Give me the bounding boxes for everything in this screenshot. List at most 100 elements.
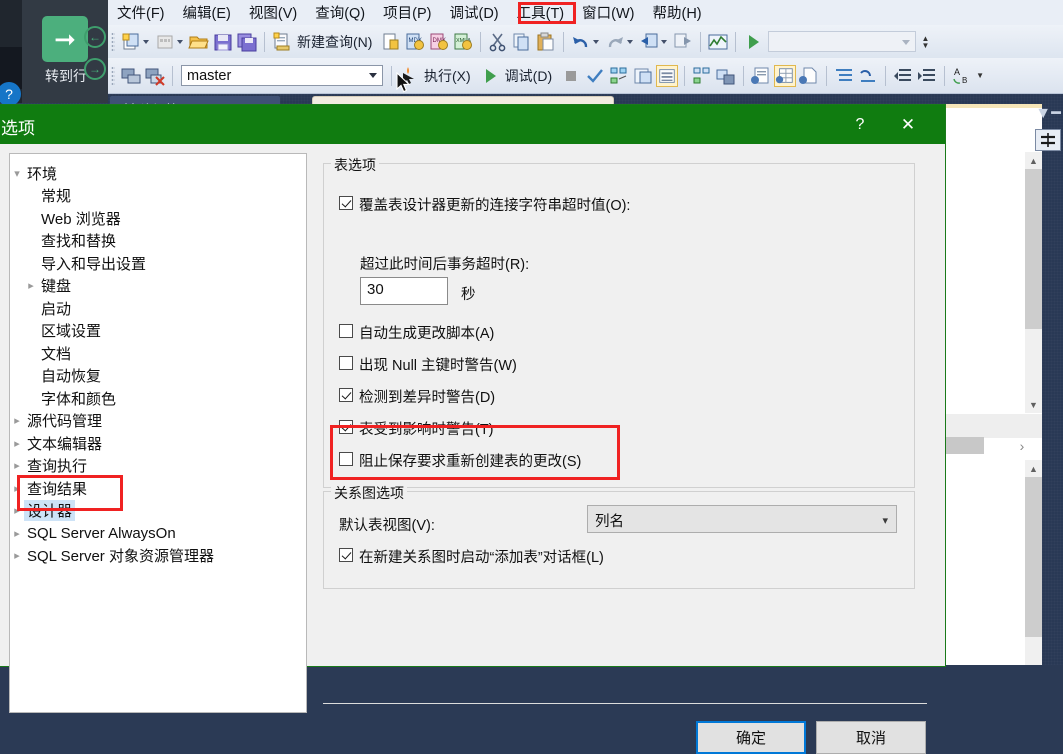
results-scroll-up-arrow[interactable]: ▲ (1025, 460, 1042, 477)
include-actual-execution-plan-icon[interactable] (656, 64, 679, 87)
chevron-right-icon[interactable]: ▸ (10, 527, 24, 540)
open-file-icon[interactable] (188, 31, 210, 53)
tree-item-import-export-settings[interactable]: 导入和导出设置 (10, 252, 306, 275)
menu-project[interactable]: 项目(P) (374, 1, 440, 24)
warn-differences-detected-checkbox[interactable]: 检测到差异时警告(D) (339, 386, 495, 407)
new-project-dropdown-icon[interactable] (143, 39, 149, 44)
transaction-timeout-input[interactable]: 30 (360, 277, 448, 305)
decrease-indent-icon[interactable] (892, 65, 914, 87)
include-client-statistics-icon[interactable] (715, 65, 737, 87)
tree-item-query-results[interactable]: ▸ 查询结果 (10, 477, 306, 500)
override-connection-timeout-checkbox[interactable]: 覆盖表设计器更新的连接字符串超时值(O): (339, 194, 630, 215)
toolbar2-overflow[interactable]: ▼ (974, 65, 986, 87)
tree-item-keyboard[interactable]: ▸ 键盘 (10, 275, 306, 298)
tree-item-environment[interactable]: ▾ 环境 (10, 162, 306, 185)
tree-item-find-replace[interactable]: 查找和替换 (10, 230, 306, 253)
undo-dropdown-icon[interactable] (593, 39, 600, 44)
chevron-down-icon[interactable]: ▾ (10, 167, 24, 180)
available-databases-combo[interactable]: master (181, 65, 383, 86)
menu-query[interactable]: 查询(Q) (306, 1, 374, 24)
new-item-dropdown-icon[interactable] (177, 39, 183, 44)
chevron-right-icon[interactable]: ▸ (24, 279, 38, 292)
comment-icon[interactable] (833, 65, 855, 87)
connect-icon[interactable] (120, 65, 142, 87)
new-analysis-services-mdx-query-icon[interactable]: MDX (404, 31, 426, 53)
forward-circle-icon[interactable]: → (84, 58, 106, 80)
tree-item-sql-server-object-explorer[interactable]: ▸ SQL Server 对象资源管理器 (10, 545, 306, 568)
chevron-right-icon[interactable]: ▸ (10, 437, 24, 450)
warn-tables-affected-checkbox[interactable]: 表受到影响时警告(T) (339, 418, 494, 439)
tree-item-fonts-and-colors[interactable]: 字体和颜色 (10, 387, 306, 410)
activity-monitor-icon[interactable] (707, 31, 729, 53)
checkbox-box[interactable] (339, 196, 353, 210)
new-analysis-services-xmla-query-icon[interactable]: XMLA (452, 31, 474, 53)
toolbar-grip[interactable] (111, 31, 115, 52)
checkbox-box[interactable] (339, 420, 353, 434)
default-table-view-select[interactable]: 列名 ▾ (587, 505, 897, 533)
tree-item-text-editor[interactable]: ▸ 文本编辑器 (10, 432, 306, 455)
prevent-saving-changes-checkbox[interactable]: 阻止保存要求重新创建表的更改(S) (339, 450, 581, 471)
display-estimated-execution-plan-icon[interactable] (608, 65, 630, 87)
scroll-up-arrow[interactable]: ▲ (1025, 152, 1042, 169)
cut-icon[interactable] (487, 31, 509, 53)
toolbar2-grip[interactable] (111, 65, 115, 86)
tree-item-international-settings[interactable]: 区域设置 (10, 320, 306, 343)
disconnect-icon[interactable] (144, 65, 166, 87)
scroll-down-arrow[interactable]: ▼ (1025, 396, 1042, 413)
tree-item-autorecover[interactable]: 自动恢复 (10, 365, 306, 388)
tree-item-general[interactable]: 常规 (10, 185, 306, 208)
redo-dropdown-icon[interactable] (627, 39, 634, 44)
editor-scroll-thumb[interactable] (1025, 169, 1042, 329)
results-scroll-thumb[interactable] (1025, 477, 1042, 637)
toolbar-overflow-icon[interactable]: ▼━ (1035, 104, 1060, 122)
chevron-right-icon[interactable]: ▸ (10, 459, 24, 472)
find-replace-icon[interactable]: A B (951, 65, 973, 87)
debug-label[interactable]: 调试(D) (505, 66, 552, 86)
query-options-icon[interactable] (632, 65, 654, 87)
new-item-icon[interactable] (154, 31, 176, 53)
checkbox-box[interactable] (339, 548, 353, 562)
run-target-combo[interactable] (768, 31, 917, 52)
launch-add-table-dialog-checkbox[interactable]: 在新建关系图时启动“添加表”对话框(L) (339, 546, 604, 567)
checkbox-box[interactable] (339, 452, 353, 466)
stop-icon[interactable] (560, 65, 582, 87)
auto-generate-change-scripts-checkbox[interactable]: 自动生成更改脚本(A) (339, 322, 494, 343)
tree-item-sql-server-alwayson[interactable]: ▸ SQL Server AlwaysOn (10, 522, 306, 545)
save-icon[interactable] (212, 31, 234, 53)
uncomment-icon[interactable] (857, 65, 879, 87)
increase-indent-icon[interactable] (916, 65, 938, 87)
chevron-right-icon[interactable]: ▸ (10, 482, 24, 495)
menu-edit[interactable]: 编辑(E) (174, 1, 240, 24)
tree-item-documents[interactable]: 文档 (10, 342, 306, 365)
cancel-button[interactable]: 取消 (816, 721, 926, 754)
help-circle-icon[interactable]: ? (0, 82, 21, 106)
paste-icon[interactable] (535, 31, 557, 53)
tree-item-source-control[interactable]: ▸ 源代码管理 (10, 410, 306, 433)
navigate-backward-icon[interactable] (638, 31, 660, 53)
close-icon[interactable]: ✕ (889, 113, 927, 137)
execute-label[interactable]: 执行(X) (424, 66, 471, 86)
options-category-tree[interactable]: ▾ 环境 常规 Web 浏览器 查找和替换 导入和导出设置 ▸ 键盘 启动 区域设置… (9, 153, 307, 713)
tree-item-web-browser[interactable]: Web 浏览器 (10, 207, 306, 230)
back-circle-icon[interactable]: ← (84, 26, 106, 48)
menu-debug[interactable]: 调试(D) (440, 1, 507, 24)
arrow-right-icon[interactable]: ➞ (42, 16, 88, 62)
new-query-current-connection-icon[interactable] (380, 31, 402, 53)
run-icon[interactable] (742, 31, 764, 53)
new-query-label[interactable]: 新建查询(N) (297, 32, 372, 52)
new-query-icon[interactable] (271, 31, 293, 53)
results-to-text-icon[interactable] (750, 65, 772, 87)
chevron-right-icon[interactable]: › (1013, 437, 1031, 455)
copy-icon[interactable] (511, 31, 533, 53)
dialog-title-bar[interactable]: 选项 ? ✕ (0, 105, 945, 144)
results-to-grid-icon[interactable] (774, 64, 797, 87)
chevron-right-icon[interactable]: ▸ (10, 504, 24, 517)
tree-item-designers[interactable]: ▸ 设计器 (10, 500, 306, 523)
ok-button[interactable]: 确定 (696, 721, 806, 754)
undo-icon[interactable] (570, 31, 592, 53)
toolbar-spin-control[interactable]: ▲ ▼ (919, 31, 931, 53)
chevron-right-icon[interactable]: ▸ (10, 549, 24, 562)
navigate-forward-icon[interactable] (672, 31, 694, 53)
checkbox-box[interactable] (339, 324, 353, 338)
checkbox-box[interactable] (339, 356, 353, 370)
